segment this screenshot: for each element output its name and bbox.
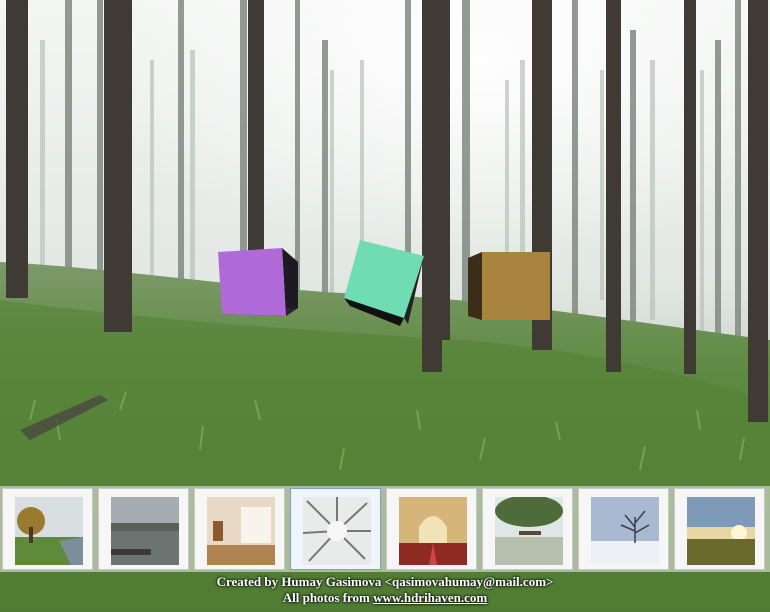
thumbnail-sunset-field[interactable] [674,488,765,570]
thumbnail-empty-room[interactable] [194,488,285,570]
autumn-park-lake-image [15,497,83,565]
thumbnail-misty-lake[interactable] [98,488,189,570]
sunset-field-image [687,497,755,565]
ornate-hall-image [399,497,467,565]
lakeside-tree-image [495,497,563,565]
credits-photos-prefix: All photos from [282,590,374,605]
teal-cube[interactable] [340,236,430,330]
hdrihaven-link[interactable]: www.hdrihaven.com [373,590,487,605]
credits-author: Created by Humay Gasimova <qasimovahumay… [216,574,554,589]
environment-thumbnail-strip [0,486,770,572]
thumbnail-snowy-tree[interactable] [578,488,669,570]
purple-cube[interactable] [210,240,306,326]
forest-canopy-image [303,497,371,565]
thumbnail-ornate-hall[interactable] [386,488,477,570]
gold-cube[interactable] [466,250,554,324]
snowy-tree-image [591,497,659,565]
credits-photos: All photos from www.hdrihaven.com [0,590,770,606]
credits: Created by Humay Gasimova <qasimovahumay… [0,574,770,606]
thumbnail-autumn-park-lake[interactable] [2,488,93,570]
thumbnail-lakeside-tree[interactable] [482,488,573,570]
empty-room-image [207,497,275,565]
thumbnail-forest-canopy[interactable] [290,488,381,570]
misty-lake-image [111,497,179,565]
